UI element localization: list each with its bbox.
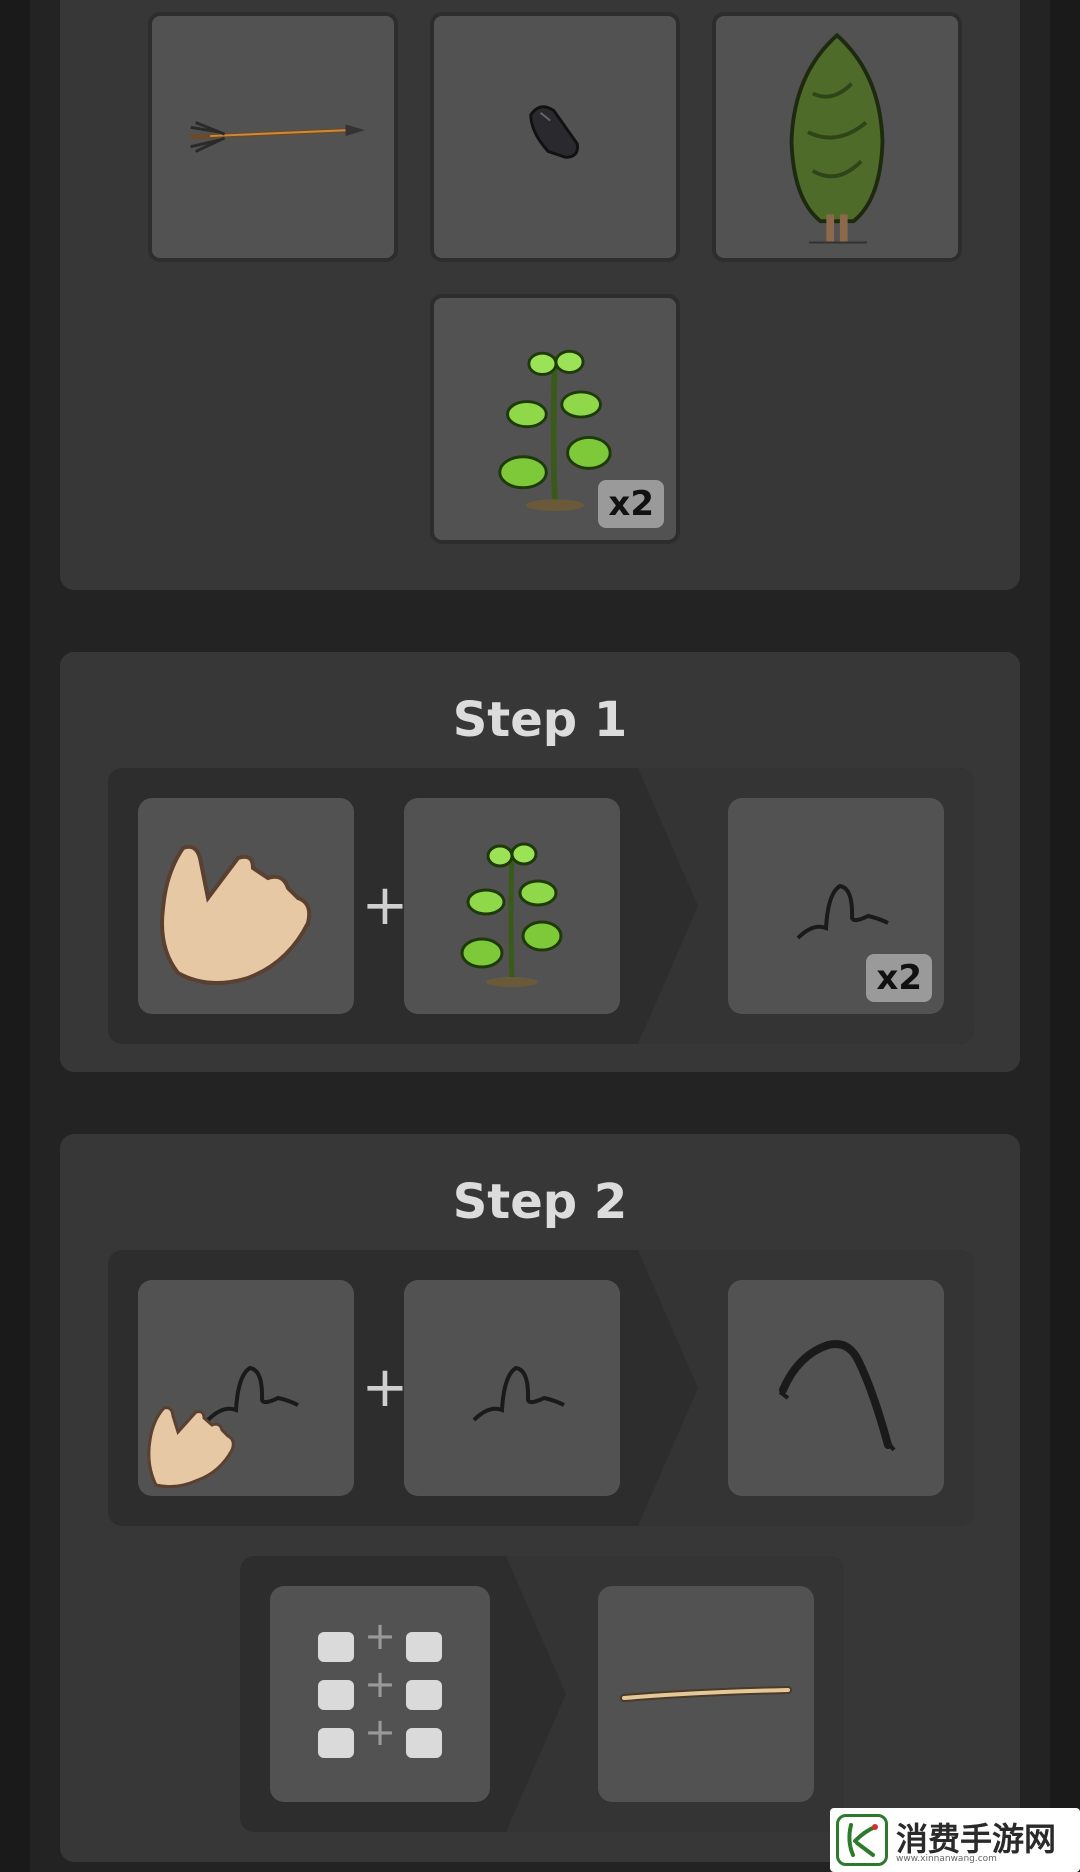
input-slot-thread[interactable] xyxy=(404,1280,620,1496)
input-slot-milkweed[interactable] xyxy=(404,798,620,1014)
input-slot-repeat-combine[interactable]: + + + xyxy=(270,1586,490,1802)
step-title: Step 2 xyxy=(452,1174,628,1230)
ingredient-slot-flint[interactable] xyxy=(430,12,680,262)
site-watermark: 消费手游网 www.xinnanwang.com xyxy=(830,1808,1080,1872)
output-slot-rope[interactable] xyxy=(728,1280,944,1496)
plus-operator: + xyxy=(361,873,409,938)
watermark-subtext: www.xinnanwang.com xyxy=(896,1854,997,1864)
site-logo-icon xyxy=(836,1814,888,1866)
output-slot-long-shaft[interactable] xyxy=(598,1586,814,1802)
bare-hand-icon xyxy=(160,844,312,985)
thread-in-hand-icon xyxy=(147,1365,299,1489)
tree-icon xyxy=(789,32,885,244)
quantity-badge: x2 xyxy=(598,480,664,528)
step-title: Step 1 xyxy=(452,692,628,748)
plus-operator: + xyxy=(364,1662,396,1706)
ingredient-slot-milkweed[interactable]: x2 xyxy=(430,294,680,544)
thread-icon xyxy=(472,1365,565,1422)
milkweed-plant-icon xyxy=(460,842,563,987)
ingredients-card: x2 xyxy=(60,0,1020,590)
input-slot-hand[interactable] xyxy=(138,798,354,1014)
step-2-card: Step 2 + + + + xyxy=(60,1134,1020,1862)
output-slot-thread[interactable]: x2 xyxy=(728,798,944,1014)
plus-operator: + xyxy=(364,1614,396,1658)
long-shaft-icon xyxy=(620,1686,792,1702)
sub-recipe-row: + + + xyxy=(240,1556,844,1832)
step-1-card: Step 1 + x2 xyxy=(60,652,1020,1072)
recipe-row: + x2 xyxy=(108,768,974,1044)
flint-icon xyxy=(529,105,579,159)
ingredient-slot-tree[interactable] xyxy=(712,12,962,262)
rope-icon xyxy=(778,1340,896,1452)
plus-operator: + xyxy=(361,1355,409,1420)
arrow-icon xyxy=(190,121,365,153)
plus-operator: + xyxy=(364,1710,396,1754)
ingredient-slot-arrow[interactable] xyxy=(148,12,398,262)
input-slot-thread-in-hand[interactable] xyxy=(138,1280,354,1496)
recipe-row: + xyxy=(108,1250,974,1526)
quantity-badge: x2 xyxy=(866,954,932,1002)
